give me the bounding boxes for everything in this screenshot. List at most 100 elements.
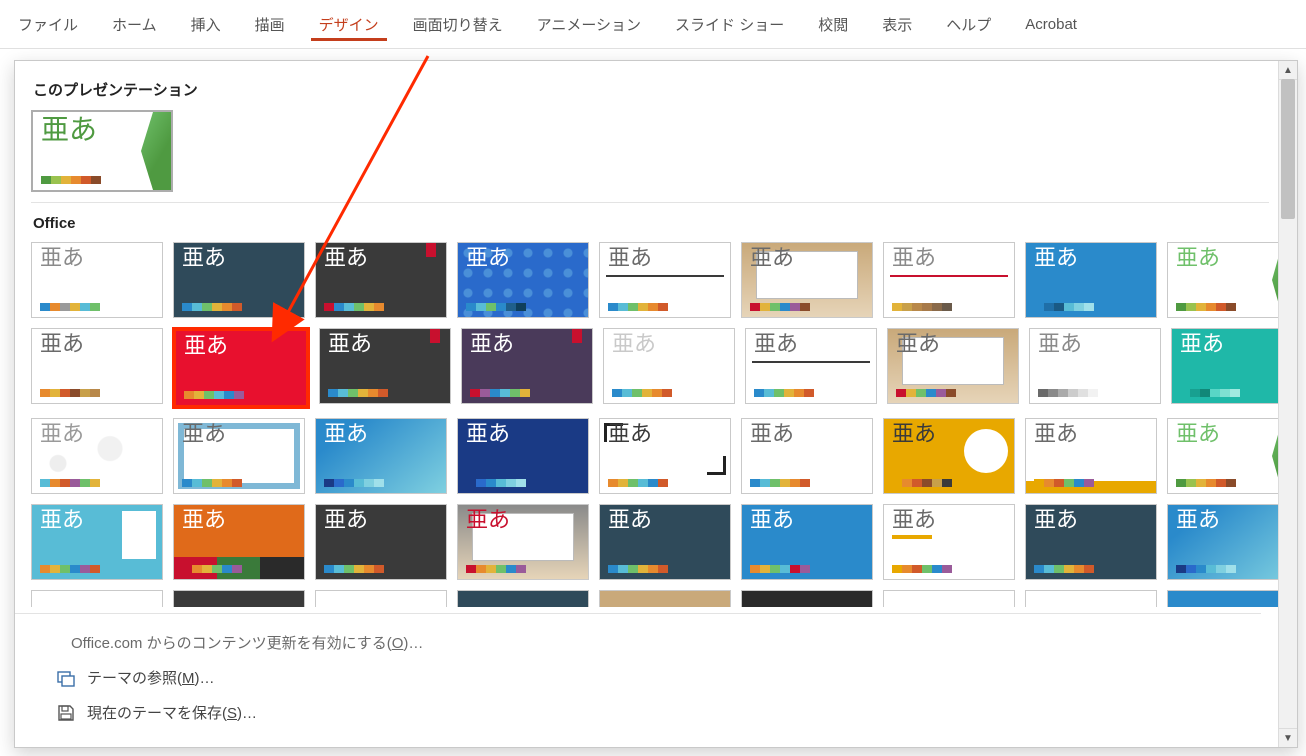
theme-label: 亜あ	[40, 423, 84, 445]
color-swatches	[1180, 389, 1240, 397]
color-swatches	[608, 479, 668, 487]
theme-label: 亜あ	[1176, 247, 1220, 269]
theme-thumbnail[interactable]: 亜あ	[741, 242, 873, 318]
theme-label: 亜あ	[184, 335, 228, 357]
theme-thumbnail-partial[interactable]	[315, 590, 447, 607]
theme-thumbnail[interactable]: 亜あ	[31, 504, 163, 580]
theme-thumbnail[interactable]: 亜あ	[883, 418, 1015, 494]
theme-label: 亜あ	[750, 509, 794, 531]
color-swatches	[470, 389, 530, 397]
theme-thumbnail[interactable]: 亜あ	[319, 328, 451, 404]
theme-thumbnail[interactable]: 亜あ	[1029, 328, 1161, 404]
theme-row: 亜あ亜あ亜あ亜あ亜あ亜あ亜あ亜あ亜あ	[31, 328, 1269, 408]
theme-label: 亜あ	[608, 509, 652, 531]
theme-thumbnail[interactable]: 亜あ	[457, 418, 589, 494]
theme-thumbnail[interactable]: 亜あ	[31, 418, 163, 494]
theme-label: 亜あ	[750, 247, 794, 269]
tab-slideshow[interactable]: スライド ショー	[667, 8, 792, 41]
color-swatches	[1038, 389, 1098, 397]
theme-label: 亜あ	[1176, 423, 1220, 445]
theme-thumbnail-partial[interactable]	[457, 590, 589, 607]
tab-design[interactable]: デザイン	[311, 8, 387, 41]
theme-thumbnail[interactable]: 亜あ	[599, 504, 731, 580]
theme-thumbnail[interactable]: 亜あ	[457, 504, 589, 580]
theme-label: 亜あ	[40, 333, 84, 355]
color-swatches	[1034, 565, 1094, 573]
theme-thumbnail[interactable]: 亜あ	[173, 418, 305, 494]
color-swatches	[466, 303, 526, 311]
theme-thumbnail-partial[interactable]	[883, 590, 1015, 607]
theme-label: 亜あ	[1034, 509, 1078, 531]
theme-thumbnail-partial[interactable]	[173, 590, 305, 607]
theme-thumbnail[interactable]: 亜あ	[461, 328, 593, 404]
tab-draw[interactable]: 描画	[247, 8, 293, 41]
theme-thumbnail[interactable]: 亜あ	[315, 418, 447, 494]
tab-review[interactable]: 校閲	[810, 8, 856, 41]
theme-thumbnail[interactable]: 亜あ	[1025, 504, 1157, 580]
theme-thumbnail[interactable]: 亜あ	[1171, 328, 1279, 404]
ribbon-tabs: ファイル ホーム 挿入 描画 デザイン 画面切り替え アニメーション スライド …	[0, 0, 1306, 49]
tab-view[interactable]: 表示	[874, 8, 920, 41]
theme-thumbnail[interactable]: 亜あ	[599, 418, 731, 494]
browse-themes-icon	[57, 669, 75, 687]
color-swatches	[40, 479, 100, 487]
theme-thumbnail[interactable]: 亜あ	[883, 504, 1015, 580]
theme-thumbnail[interactable]: 亜あ	[315, 504, 447, 580]
swatch	[61, 176, 71, 184]
color-swatches	[754, 389, 814, 397]
swatch	[81, 176, 91, 184]
theme-thumbnail-partial[interactable]	[1167, 590, 1279, 607]
theme-thumbnail[interactable]: 亜あ	[31, 328, 163, 404]
theme-thumbnail[interactable]: 亜あ	[173, 504, 305, 580]
color-swatches	[750, 565, 810, 573]
tab-home[interactable]: ホーム	[104, 8, 165, 41]
tab-help[interactable]: ヘルプ	[938, 8, 999, 41]
scrollbar[interactable]: ▲ ▼	[1278, 61, 1297, 747]
theme-thumbnail[interactable]: 亜あ	[31, 242, 163, 318]
theme-thumbnail[interactable]: 亜あ	[173, 328, 309, 408]
theme-label: 亜あ	[1034, 423, 1078, 445]
theme-thumbnail[interactable]: 亜あ	[1167, 242, 1279, 318]
theme-label: 亜あ	[41, 116, 97, 144]
theme-label: 亜あ	[324, 509, 368, 531]
color-swatches	[750, 479, 810, 487]
theme-thumbnail[interactable]: 亜あ	[1167, 418, 1279, 494]
theme-label: 亜あ	[328, 333, 372, 355]
theme-thumbnail[interactable]: 亜あ	[173, 242, 305, 318]
save-current-theme[interactable]: 現在のテーマを保存(S)…	[57, 702, 1245, 723]
tab-acrobat[interactable]: Acrobat	[1017, 10, 1085, 39]
browse-themes[interactable]: テーマの参照(M)…	[57, 667, 1245, 688]
theme-thumbnail-partial[interactable]	[31, 590, 163, 607]
tab-transitions[interactable]: 画面切り替え	[405, 8, 511, 41]
theme-thumbnail[interactable]: 亜あ	[603, 328, 735, 404]
theme-label: 亜あ	[892, 509, 936, 531]
theme-thumbnail[interactable]: 亜あ	[741, 418, 873, 494]
color-swatches	[466, 479, 526, 487]
theme-thumbnail[interactable]: 亜あ	[887, 328, 1019, 404]
tab-insert[interactable]: 挿入	[183, 8, 229, 41]
theme-thumbnail[interactable]: 亜あ	[1025, 242, 1157, 318]
scrollbar-up-button[interactable]: ▲	[1279, 61, 1297, 80]
theme-thumbnail-partial[interactable]	[741, 590, 873, 607]
theme-thumbnail[interactable]: 亜あ	[883, 242, 1015, 318]
theme-label: 亜あ	[1176, 509, 1220, 531]
enable-content-update[interactable]: Office.com からのコンテンツ更新を有効にする(O)…	[71, 632, 1245, 653]
color-swatches	[1176, 303, 1236, 311]
theme-thumbnail[interactable]: 亜あ	[745, 328, 877, 404]
theme-label: 亜あ	[324, 423, 368, 445]
theme-thumbnail[interactable]: 亜あ	[1167, 504, 1279, 580]
theme-thumbnail[interactable]: 亜あ	[315, 242, 447, 318]
theme-thumbnail[interactable]: 亜あ	[741, 504, 873, 580]
theme-label: 亜あ	[896, 333, 940, 355]
theme-thumbnail-partial[interactable]	[1025, 590, 1157, 607]
theme-thumbnail-partial[interactable]	[599, 590, 731, 607]
theme-thumbnail[interactable]: 亜あ	[599, 242, 731, 318]
color-swatches	[608, 303, 668, 311]
tab-file[interactable]: ファイル	[10, 8, 86, 41]
theme-thumbnail[interactable]: 亜あ	[1025, 418, 1157, 494]
scrollbar-down-button[interactable]: ▼	[1279, 728, 1297, 747]
theme-current[interactable]: 亜あ	[31, 110, 173, 192]
scrollbar-thumb[interactable]	[1281, 79, 1295, 219]
tab-animations[interactable]: アニメーション	[529, 8, 649, 41]
theme-thumbnail[interactable]: 亜あ	[457, 242, 589, 318]
